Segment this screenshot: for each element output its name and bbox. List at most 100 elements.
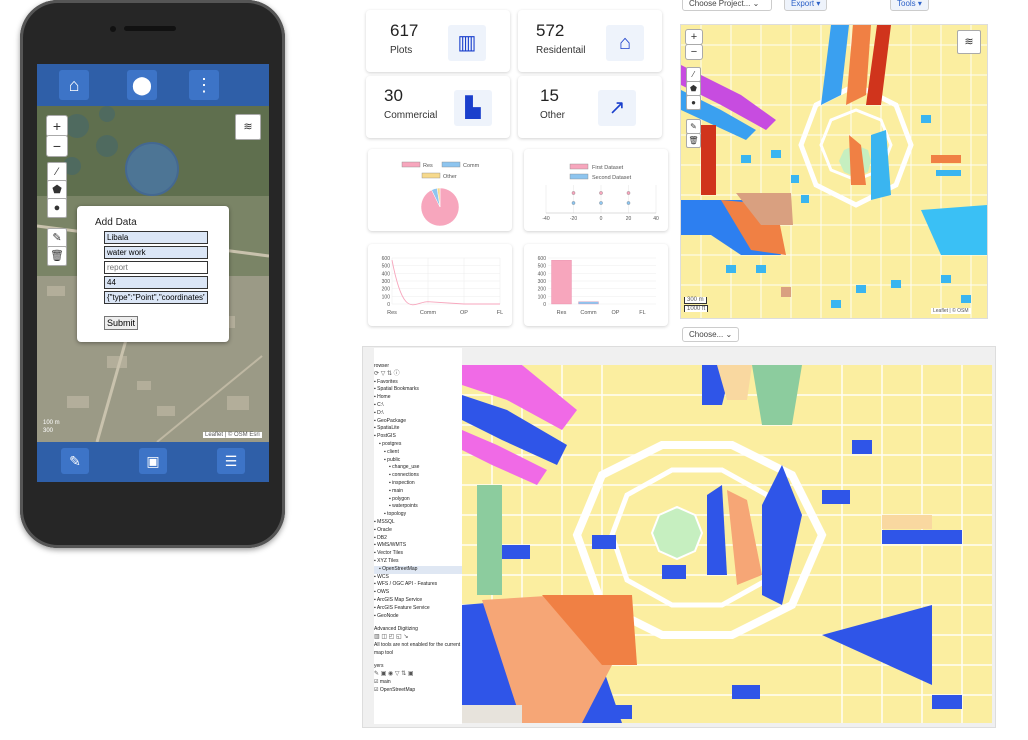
geometry-field[interactable]: [104, 291, 208, 304]
stat-value: 30: [384, 86, 403, 105]
browser-tree-label: ▪ connections: [389, 472, 419, 479]
edit-layers-icon[interactable]: ✎: [47, 228, 67, 248]
browser-tree-label: ▪ DB2: [374, 534, 387, 541]
zoom-out-button[interactable]: −: [46, 135, 68, 157]
choose-dropdown[interactable]: Choose... ⌄: [682, 327, 740, 342]
browser-tree-item[interactable]: ▪ DB2: [374, 535, 462, 543]
draw-marker-icon[interactable]: ●: [47, 198, 67, 218]
browser-tree-label: ▪ GeoNode: [374, 612, 399, 619]
submit-button[interactable]: Submit: [104, 316, 139, 330]
legend-swatch: [569, 173, 589, 180]
report-field[interactable]: [104, 261, 208, 274]
draw-polygon-icon[interactable]: ⬟: [47, 180, 67, 200]
browser-tree-item[interactable]: ▪ Spatial Bookmarks: [374, 386, 462, 394]
home-icon[interactable]: ⌂: [59, 70, 89, 100]
layer-item-main[interactable]: ☑ main: [374, 679, 462, 687]
choose-project-dropdown[interactable]: Choose Project... ⌄: [682, 0, 772, 11]
draw-line-icon[interactable]: ⁄: [47, 162, 67, 182]
browser-tree-item[interactable]: ▪ C:\: [374, 402, 462, 410]
scatter-point: [626, 191, 631, 195]
browser-tree-label: ▪ WFS / OGC API - Features: [374, 581, 438, 588]
browser-tree-item[interactable]: ▪ OpenStreetMap: [374, 565, 462, 574]
browser-tree-item[interactable]: ▪ WFS / OGC API - Features: [374, 581, 462, 589]
browser-tree-item[interactable]: ▪ inspection: [374, 480, 462, 488]
browser-tree-item[interactable]: ▪ waterpoints: [374, 503, 462, 511]
browser-tree-item[interactable]: ▪ GeoNode: [374, 613, 462, 621]
layer-label: main: [379, 679, 391, 686]
browser-tree-label: ▪ main: [389, 487, 403, 494]
browser-tree-label: ▪ XYZ Tiles: [374, 557, 399, 564]
x-tick-label: 20: [626, 216, 632, 222]
export-dropdown[interactable]: Export ▾: [784, 0, 828, 11]
draw-line-icon[interactable]: ⁄: [686, 67, 701, 82]
browser-tree-item[interactable]: ▪ ArcGIS Feature Service: [374, 605, 462, 613]
delete-layers-icon[interactable]: 🗑: [47, 246, 67, 266]
browser-tree-label: ▪ Oracle: [374, 526, 392, 533]
draw-marker-icon[interactable]: ●: [686, 95, 701, 110]
browser-tree-item[interactable]: ▪ ArcGIS Map Service: [374, 597, 462, 605]
browser-toolbar[interactable]: ⟳ ▽ ⇅ ⓘ: [374, 371, 462, 379]
browser-tree-item[interactable]: ▪ D:\: [374, 410, 462, 418]
layers-icon[interactable]: ≋: [235, 114, 261, 140]
location-pin-icon[interactable]: ⬤: [127, 70, 157, 100]
series-line: [391, 260, 500, 306]
number-field[interactable]: [104, 276, 208, 289]
browser-tree-item[interactable]: ▪ WMS/WMTS: [374, 542, 462, 550]
browser-tree-item[interactable]: ▪ OWS: [374, 589, 462, 597]
tools-dropdown[interactable]: Tools ▾: [890, 0, 929, 11]
parcel-map-shapes: [681, 25, 987, 318]
qgis-map-canvas[interactable]: [462, 365, 992, 723]
edit-icon[interactable]: ✎: [61, 448, 89, 474]
pie-chart: Res Comm Other: [401, 161, 480, 227]
name-field[interactable]: [104, 231, 208, 244]
browser-tree-item[interactable]: ▪ Home: [374, 394, 462, 402]
browser-tree-item[interactable]: ▪ main: [374, 488, 462, 496]
delete-layers-icon[interactable]: 🗑: [686, 133, 701, 148]
parcel-web-map[interactable]: + − ⁄ ⬟ ● ✎ 🗑 ≋ 300 m 1000 ft Leaflet | …: [680, 24, 988, 319]
zoom-in-button[interactable]: +: [685, 29, 703, 45]
edit-layers-icon[interactable]: ✎: [686, 119, 701, 134]
map-screen-icon[interactable]: ▣: [139, 448, 167, 474]
browser-tree-label: ▪ Favorites: [374, 378, 398, 385]
stat-value: 572: [536, 21, 565, 40]
list-icon[interactable]: ☰: [217, 448, 245, 474]
browser-tree-label: ▪ Home: [374, 394, 391, 401]
browser-tree-item[interactable]: ▪ change_use: [374, 464, 462, 472]
digitizing-toolbar[interactable]: ▥ ◫ ◰ ◱ ↘: [374, 634, 462, 642]
layers-toolbar[interactable]: ✎ ▣ ◉ ▽ ⇅ ▣: [374, 671, 462, 679]
browser-tree-label: ▪ WMS/WMTS: [374, 542, 407, 549]
browser-tree-item[interactable]: ▪ topology: [374, 511, 462, 519]
layer-item-openstreetmap[interactable]: ☑ OpenStreetMap: [374, 687, 462, 695]
bar: [551, 259, 572, 305]
browser-tree-item[interactable]: ▪ Favorites: [374, 379, 462, 387]
browser-tree-item[interactable]: ▪ postgres: [374, 441, 462, 449]
browser-tree-item[interactable]: ▪ WCS: [374, 574, 462, 582]
x-tick-label: Res: [387, 310, 397, 316]
browser-tree-item[interactable]: ▪ Vector Tiles: [374, 550, 462, 558]
browser-tree-label: ▪ C:\: [374, 401, 384, 408]
browser-tree-item[interactable]: ▪ polygon: [374, 496, 462, 504]
browser-tree-item[interactable]: ▪ PostGIS: [374, 433, 462, 441]
browser-tree[interactable]: ▪ Favorites ▪ Spatial Bookmarks ▪ Home ▪ C:…: [374, 379, 462, 621]
browser-tree-item[interactable]: ▪ Oracle: [374, 527, 462, 535]
zoom-out-button[interactable]: −: [685, 44, 703, 60]
browser-tree-label: ▪ ArcGIS Map Service: [374, 596, 423, 603]
browser-tree-item[interactable]: ▪ MSSQL: [374, 519, 462, 527]
zoom-in-button[interactable]: +: [46, 115, 68, 137]
browser-tree-item[interactable]: ▪ connections: [374, 472, 462, 480]
more-vertical-icon[interactable]: ⋮: [189, 70, 219, 100]
browser-tree-item[interactable]: ▪ XYZ Tiles: [374, 558, 462, 566]
browser-tree-label: ▪ GeoPackage: [374, 417, 407, 424]
type-field[interactable]: [104, 246, 208, 259]
browser-tree-item[interactable]: ▪ GeoPackage: [374, 418, 462, 426]
stat-card-other: 15 Other ↗: [518, 76, 662, 138]
browser-tree-label: ▪ Vector Tiles: [374, 550, 404, 557]
browser-tree-item[interactable]: ▪ client: [374, 449, 462, 457]
browser-tree-label: ▪ change_use: [389, 464, 420, 471]
layers-icon[interactable]: ≋: [957, 30, 981, 54]
browser-tree-item[interactable]: ▪ public: [374, 457, 462, 465]
qgis-browser-panel[interactable]: rowser ⟳ ▽ ⇅ ⓘ ▪ Favorites ▪ Spatial Book…: [374, 348, 462, 724]
draw-polygon-icon[interactable]: ⬟: [686, 81, 701, 96]
browser-tree-item[interactable]: ▪ SpatiaLite: [374, 425, 462, 433]
map-icon: ▥: [448, 25, 486, 61]
